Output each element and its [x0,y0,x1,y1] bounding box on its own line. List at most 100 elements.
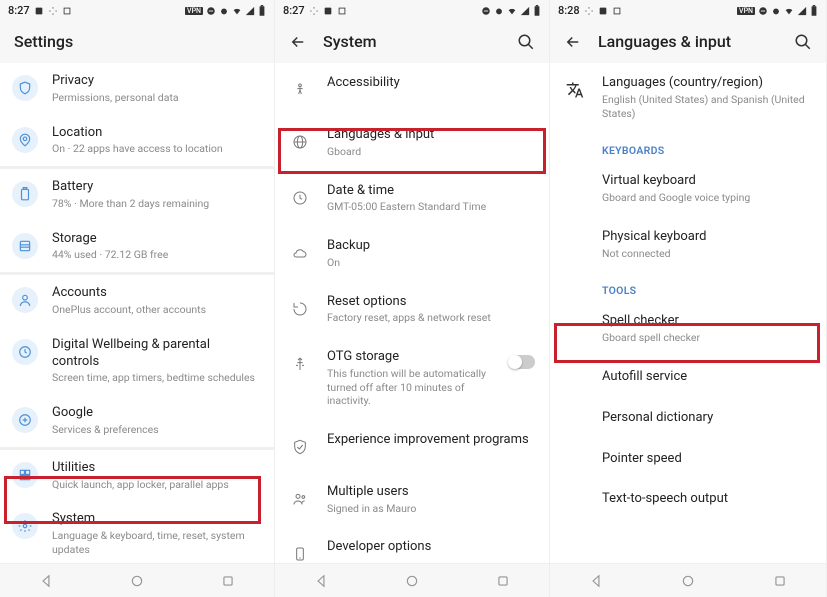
back-nav-icon[interactable] [39,574,53,588]
sub: Services & preferences [52,423,260,437]
home-nav-icon[interactable] [681,574,695,588]
label: OTG storage [327,349,495,366]
dnd-icon [481,6,491,16]
label: Date & time [327,183,535,200]
google-icon [12,407,38,433]
row-datetime[interactable]: Date & timeGMT-05:00 Eastern Standard Ti… [275,171,549,227]
row-experience[interactable]: Experience improvement programs [275,420,549,472]
row-location[interactable]: LocationOn · 22 apps have access to loca… [0,115,274,167]
sub: 44% used · 72.12 GB free [52,248,260,262]
otg-toggle[interactable] [509,355,535,369]
row-backup[interactable]: BackupOn [275,226,549,282]
screenshot-icon [323,6,333,16]
row-reset[interactable]: Reset optionsFactory reset, apps & netwo… [275,282,549,338]
label: Utilities [52,460,260,477]
sub: Gboard and Google voice typing [602,191,812,205]
vpn-icon: VPN [185,7,203,15]
recent-nav-icon[interactable] [496,574,510,588]
search-icon[interactable] [517,33,535,51]
label: Text-to-speech output [602,491,812,508]
row-system[interactable]: SystemLanguage & keyboard, time, reset, … [0,501,274,563]
storage-icon [12,233,38,259]
row-pointer[interactable]: Pointer speed [550,439,826,480]
label: Accessibility [327,75,535,92]
screenshot-icon [598,6,608,16]
status-bar: 8:28 VPN [550,0,826,18]
sub: This function will be automatically turn… [327,367,495,408]
row-dictionary[interactable]: Personal dictionary [550,398,826,439]
row-storage[interactable]: Storage44% used · 72.12 GB free [0,221,274,273]
header: Languages & input [550,18,826,63]
back-nav-icon[interactable] [589,574,603,588]
location-icon [12,127,38,153]
header: System [275,18,549,63]
row-autofill[interactable]: Autofill service [550,357,826,398]
settings-panel: 8:27 VPN Settings PrivacyPermissions, pe… [0,0,275,597]
row-accounts[interactable]: AccountsOnePlus account, other accounts [0,275,274,327]
wellbeing-icon [12,339,38,365]
sub: Not connected [602,247,812,261]
row-otg[interactable]: OTG storageThis function will be automat… [275,337,549,420]
account-icon [12,287,38,313]
settings-list[interactable]: PrivacyPermissions, personal data Locati… [0,63,274,563]
sub: GMT-05:00 Eastern Standard Time [327,200,535,214]
system-list[interactable]: Accessibility Languages & inputGboard Da… [275,63,549,563]
check-shield-icon [287,434,313,460]
row-languages[interactable]: Languages & inputGboard [275,115,549,171]
languages-list[interactable]: Languages (country/region)English (Unite… [550,63,826,563]
signal-icon [245,6,255,16]
page-title: System [323,32,501,51]
label: Digital Wellbeing & parental controls [52,337,260,371]
reset-icon [287,296,313,322]
recent-nav-icon[interactable] [221,574,235,588]
row-privacy[interactable]: PrivacyPermissions, personal data [0,63,274,115]
label: Spell checker [602,313,812,330]
sub: English (United States) and Spanish (Uni… [602,93,812,120]
back-nav-icon[interactable] [314,574,328,588]
label: Location [52,125,260,142]
header: Settings [0,18,274,63]
home-nav-icon[interactable] [130,574,144,588]
shield-icon [12,75,38,101]
clock-icon [287,185,313,211]
label: Languages (country/region) [602,75,812,92]
row-spellcheck[interactable]: Spell checkerGboard spell checker [550,301,826,357]
recent-nav-icon[interactable] [773,574,787,588]
row-users[interactable]: Multiple usersSigned in as Mauro [275,472,549,528]
label: Physical keyboard [602,229,812,246]
sub: On · 22 apps have access to location [52,142,260,156]
sub: Gboard spell checker [602,331,812,345]
row-tts[interactable]: Text-to-speech output [550,479,826,520]
search-icon[interactable] [794,33,812,51]
row-battery[interactable]: Battery78% · More than 2 days remaining [0,169,274,221]
alarm-icon [771,6,781,16]
wifi-icon [507,6,517,16]
signal-icon [797,6,807,16]
row-google[interactable]: GoogleServices & preferences [0,395,274,447]
home-nav-icon[interactable] [405,574,419,588]
label: Accounts [52,285,260,302]
row-developer[interactable]: Developer options [275,527,549,563]
label: Pointer speed [602,451,812,468]
label: Virtual keyboard [602,173,812,190]
gear-icon [12,513,38,539]
row-utilities[interactable]: UtilitiesQuick launch, app locker, paral… [0,450,274,502]
row-physical-kb[interactable]: Physical keyboardNot connected [550,217,826,273]
page-title: Languages & input [598,32,778,51]
screenshot-icon [34,6,44,16]
row-virtual-kb[interactable]: Virtual keyboardGboard and Google voice … [550,161,826,217]
row-lang-region[interactable]: Languages (country/region)English (Unite… [550,63,826,132]
row-accessibility[interactable]: Accessibility [275,63,549,115]
back-icon[interactable] [289,33,307,51]
battery-icon [12,181,38,207]
back-icon[interactable] [564,33,582,51]
battery-icon [533,5,541,17]
phone-icon [287,541,313,563]
section-tools: TOOLS [550,272,826,301]
label: Experience improvement programs [327,432,535,449]
status-time: 8:27 [283,4,305,17]
globe-icon [287,129,313,155]
wifi-icon [232,6,242,16]
row-wellbeing[interactable]: Digital Wellbeing & parental controlsScr… [0,327,274,395]
label: Languages & input [327,127,535,144]
